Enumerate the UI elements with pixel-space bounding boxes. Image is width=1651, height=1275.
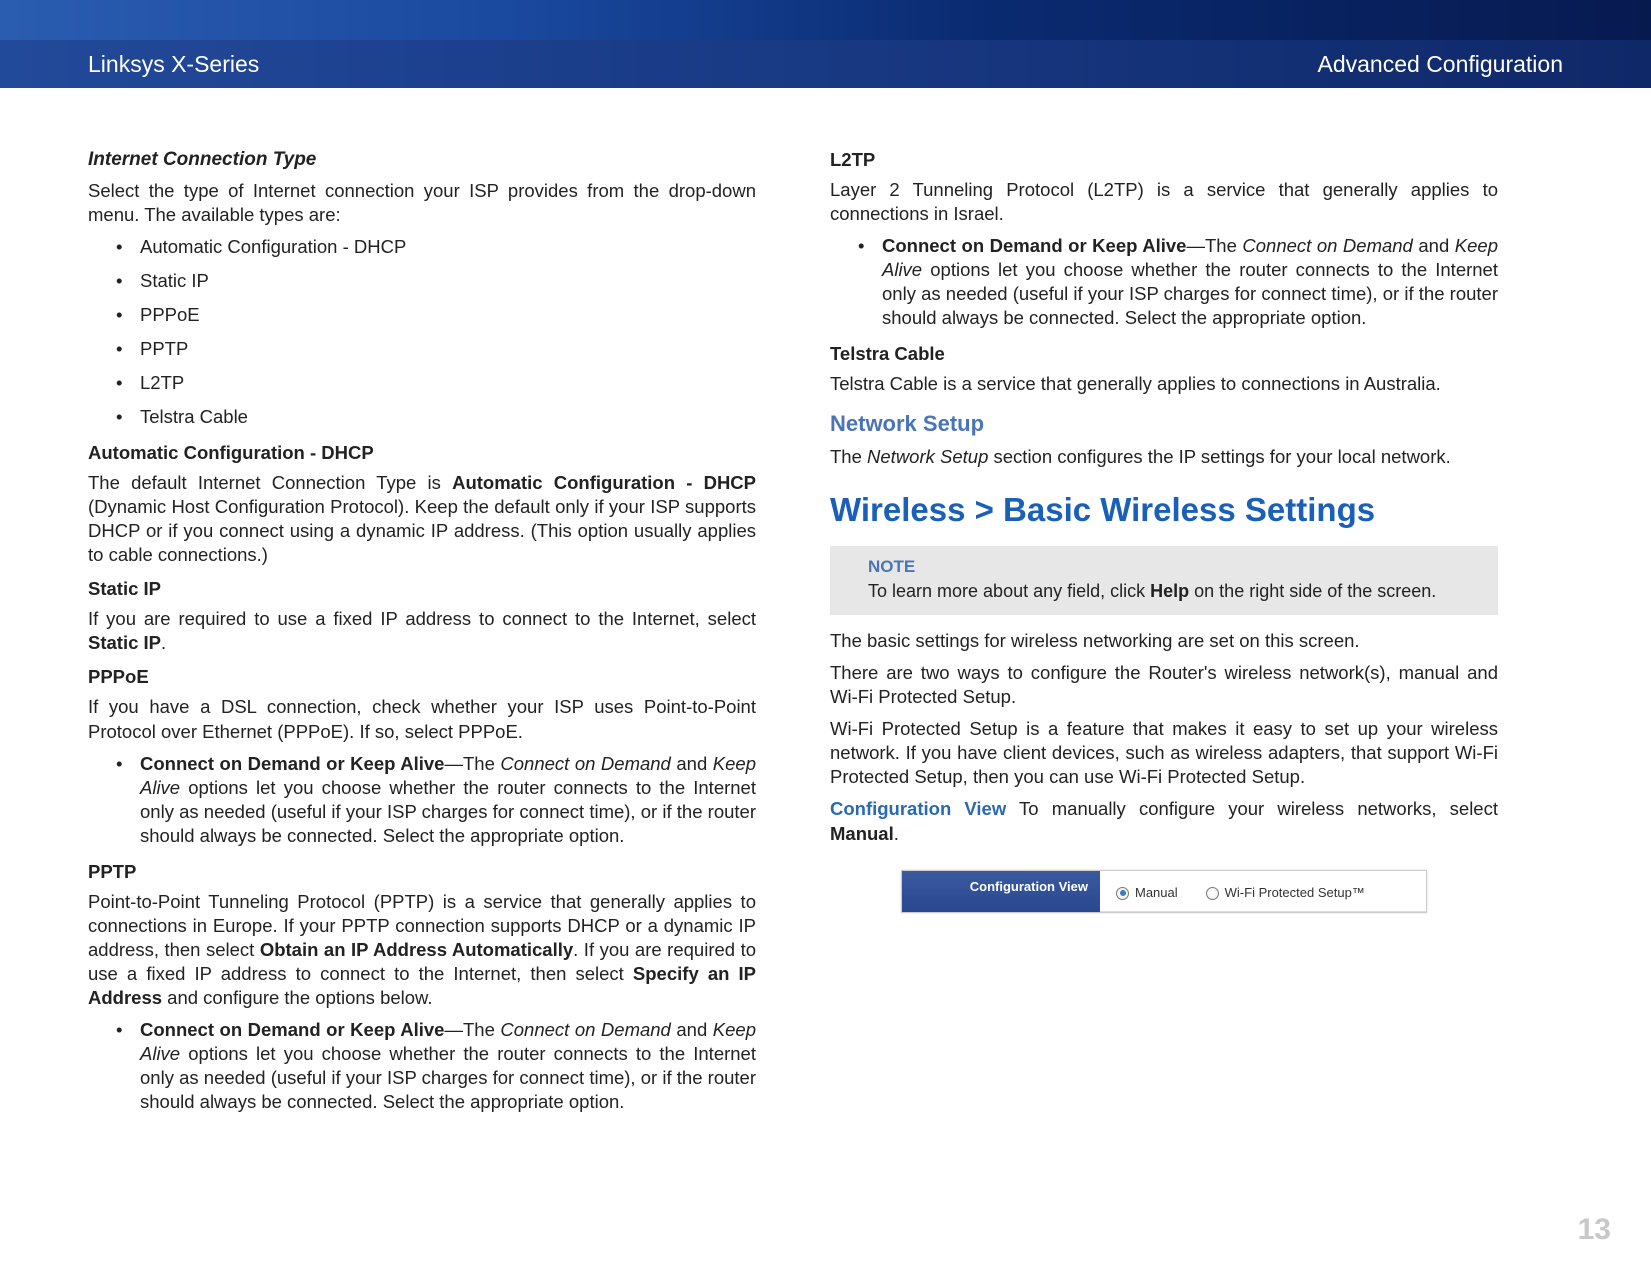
list-item: Connect on Demand or Keep Alive—The Conn… xyxy=(852,234,1498,330)
config-view-paragraph: Configuration View To manually configure… xyxy=(830,797,1498,845)
heading-pppoe: PPPoE xyxy=(88,665,756,689)
text-italic: Connect on Demand xyxy=(500,753,670,774)
connection-type-list: Automatic Configuration - DHCP Static IP… xyxy=(110,235,756,429)
radio-icon xyxy=(1206,887,1219,900)
text: options let you choose whether the route… xyxy=(140,777,756,846)
config-view-link: Configuration View xyxy=(830,798,1006,819)
text: options let you choose whether the route… xyxy=(140,1043,756,1112)
note-box: NOTE To learn more about any field, clic… xyxy=(830,546,1498,615)
text: —The xyxy=(1186,235,1242,256)
text-italic: Network Setup xyxy=(867,446,988,467)
text: If you are required to use a fixed IP ad… xyxy=(88,608,756,629)
text-italic: Connect on Demand xyxy=(1242,235,1412,256)
network-setup-paragraph: The Network Setup section configures the… xyxy=(830,445,1498,469)
text: —The xyxy=(444,753,500,774)
left-column: Internet Connection Type Select the type… xyxy=(88,148,756,1126)
text-bold: Manual xyxy=(830,823,894,844)
static-ip-paragraph: If you are required to use a fixed IP ad… xyxy=(88,607,756,655)
dhcp-paragraph: The default Internet Connection Type is … xyxy=(88,471,756,567)
heading-dhcp: Automatic Configuration - DHCP xyxy=(88,441,756,465)
heading-internet-connection-type: Internet Connection Type xyxy=(88,148,756,173)
text: and configure the options below. xyxy=(162,987,433,1008)
text-bold: Automatic Configuration - DHCP xyxy=(452,472,756,493)
page-number: 13 xyxy=(1578,1213,1611,1247)
pptp-paragraph: Point-to-Point Tunneling Protocol (PPTP)… xyxy=(88,890,756,1010)
intro-paragraph: Select the type of Internet connection y… xyxy=(88,179,756,227)
header-section: Advanced Configuration xyxy=(1318,51,1564,78)
l2tp-bullet-list: Connect on Demand or Keep Alive—The Conn… xyxy=(852,234,1498,330)
text: (Dynamic Host Configuration Protocol). K… xyxy=(88,496,756,565)
text: The xyxy=(830,446,867,467)
text: and xyxy=(671,1019,713,1040)
wireless-p2: There are two ways to configure the Rout… xyxy=(830,661,1498,709)
list-item: Connect on Demand or Keep Alive—The Conn… xyxy=(110,1018,756,1114)
heading-network-setup: Network Setup xyxy=(830,410,1498,439)
screenshot-options: Manual Wi-Fi Protected Setup™ xyxy=(1100,871,1426,913)
text-bold: Static IP xyxy=(88,632,161,653)
text: —The xyxy=(444,1019,500,1040)
text-bold: Help xyxy=(1150,581,1189,601)
text: . xyxy=(161,632,166,653)
right-column: L2TP Layer 2 Tunneling Protocol (L2TP) i… xyxy=(830,148,1498,1126)
text-bold: Connect on Demand or Keep Alive xyxy=(140,753,444,774)
heading-pptp: PPTP xyxy=(88,860,756,884)
text: To manually configure your wireless netw… xyxy=(1006,798,1498,819)
text-bold: Obtain an IP Address Automatically xyxy=(260,939,573,960)
list-item: L2TP xyxy=(110,371,756,395)
text-bold: Connect on Demand or Keep Alive xyxy=(882,235,1186,256)
radio-label: Wi-Fi Protected Setup™ xyxy=(1225,885,1365,902)
pppoe-paragraph: If you have a DSL connection, check whet… xyxy=(88,695,756,743)
radio-label: Manual xyxy=(1135,885,1178,902)
heading-telstra: Telstra Cable xyxy=(830,342,1498,366)
top-gradient-bar xyxy=(0,0,1651,40)
list-item: PPTP xyxy=(110,337,756,361)
text: and xyxy=(671,753,713,774)
pptp-bullet-list: Connect on Demand or Keep Alive—The Conn… xyxy=(110,1018,756,1114)
text-bold: Connect on Demand or Keep Alive xyxy=(140,1019,444,1040)
wireless-p3: Wi-Fi Protected Setup is a feature that … xyxy=(830,717,1498,789)
wireless-p1: The basic settings for wireless networki… xyxy=(830,629,1498,653)
screenshot-row: Configuration View Manual Wi-Fi Protecte… xyxy=(902,871,1426,913)
radio-option-manual[interactable]: Manual xyxy=(1116,885,1178,902)
heading-wireless-basic: Wireless > Basic Wireless Settings xyxy=(830,489,1498,532)
list-item: Automatic Configuration - DHCP xyxy=(110,235,756,259)
header-product: Linksys X-Series xyxy=(88,51,259,78)
radio-option-wps[interactable]: Wi-Fi Protected Setup™ xyxy=(1206,885,1365,902)
radio-icon xyxy=(1116,887,1129,900)
text: . xyxy=(894,823,899,844)
header-bar: Linksys X-Series Advanced Configuration xyxy=(0,40,1651,88)
screenshot-section-label: Configuration View xyxy=(902,871,1100,913)
list-item: PPPoE xyxy=(110,303,756,327)
telstra-paragraph: Telstra Cable is a service that generall… xyxy=(830,372,1498,396)
list-item: Static IP xyxy=(110,269,756,293)
l2tp-paragraph: Layer 2 Tunneling Protocol (L2TP) is a s… xyxy=(830,178,1498,226)
content-area: Internet Connection Type Select the type… xyxy=(0,88,1651,1126)
text: To learn more about any field, click xyxy=(868,581,1150,601)
text: options let you choose whether the route… xyxy=(882,259,1498,328)
pppoe-bullet-list: Connect on Demand or Keep Alive—The Conn… xyxy=(110,752,756,848)
list-item: Telstra Cable xyxy=(110,405,756,429)
heading-l2tp: L2TP xyxy=(830,148,1498,172)
text: The default Internet Connection Type is xyxy=(88,472,452,493)
text: section configures the IP settings for y… xyxy=(988,446,1450,467)
text: on the right side of the screen. xyxy=(1189,581,1436,601)
text-italic: Connect on Demand xyxy=(500,1019,670,1040)
note-label: NOTE xyxy=(868,556,1482,579)
list-item: Connect on Demand or Keep Alive—The Conn… xyxy=(110,752,756,848)
text: and xyxy=(1413,235,1455,256)
embedded-screenshot: Configuration View Manual Wi-Fi Protecte… xyxy=(901,870,1427,914)
heading-static-ip: Static IP xyxy=(88,577,756,601)
